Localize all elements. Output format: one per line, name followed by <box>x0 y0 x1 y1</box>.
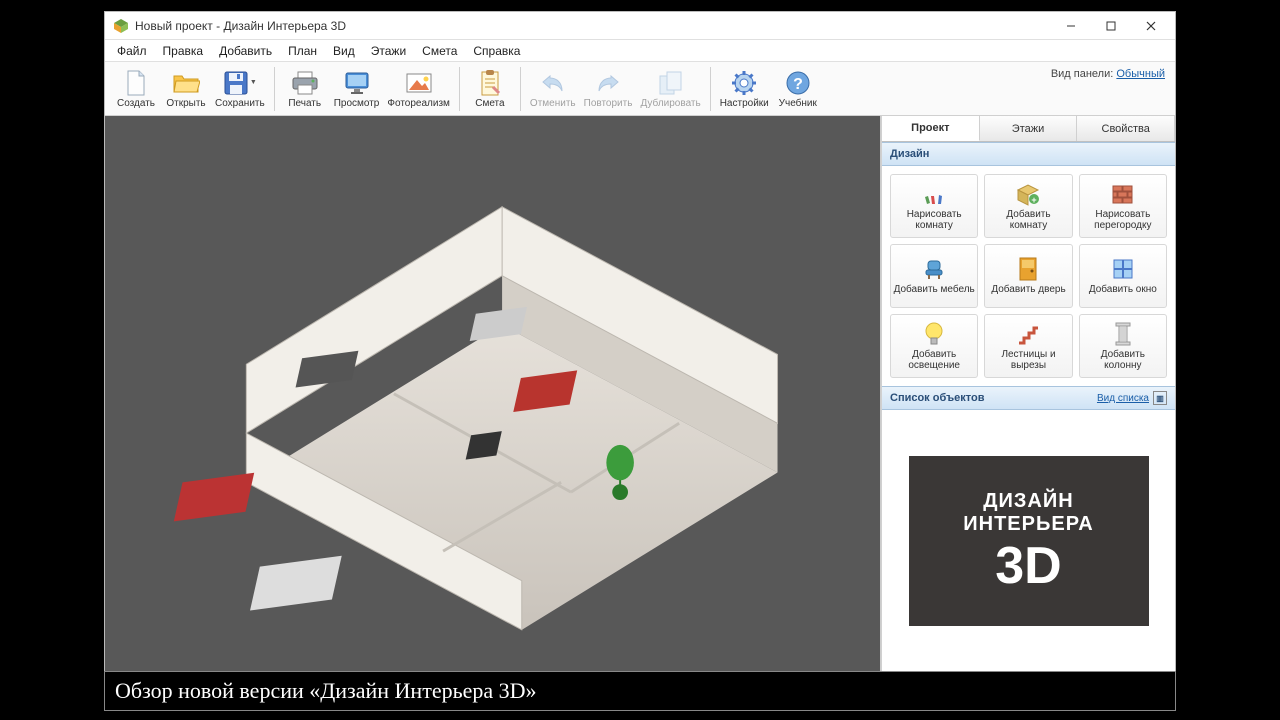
redo-icon <box>584 69 633 97</box>
gear-icon <box>720 69 769 97</box>
side-tabs: Проект Этажи Свойства <box>882 116 1175 142</box>
window-controls <box>1051 13 1171 39</box>
add-room-card[interactable]: + Добавить комнату <box>984 174 1072 238</box>
room-plus-icon: + <box>1015 181 1041 207</box>
add-column-card[interactable]: Добавить колонну <box>1079 314 1167 378</box>
menu-estimate[interactable]: Смета <box>414 42 465 60</box>
tab-properties[interactable]: Свойства <box>1077 116 1175 141</box>
add-window-card[interactable]: Добавить окно <box>1079 244 1167 308</box>
maximize-button[interactable] <box>1091 13 1131 39</box>
duplicate-icon <box>640 69 700 97</box>
preview-button[interactable]: Просмотр <box>330 67 384 111</box>
pencil-brushes-icon <box>921 181 947 207</box>
monitor-icon <box>334 69 380 97</box>
window-title: Новый проект - Дизайн Интерьера 3D <box>135 19 1051 33</box>
design-section-header: Дизайн <box>882 142 1175 166</box>
svg-text:?: ? <box>793 76 803 93</box>
undo-icon <box>530 69 576 97</box>
minimize-button[interactable] <box>1051 13 1091 39</box>
create-button[interactable]: Создать <box>111 67 161 111</box>
objects-section-header: Список объектов Вид списка ▥ <box>882 386 1175 410</box>
side-panel: Проект Этажи Свойства Дизайн Нарисовать … <box>881 116 1175 672</box>
photorealism-button[interactable]: Фотореализм <box>383 67 454 111</box>
menu-plan[interactable]: План <box>280 42 325 60</box>
tab-floors[interactable]: Этажи <box>980 116 1078 141</box>
redo-button[interactable]: Повторить <box>580 67 637 111</box>
title-bar: Новый проект - Дизайн Интерьера 3D <box>105 12 1175 40</box>
tutorial-button[interactable]: ? Учебник <box>773 67 823 111</box>
video-caption-bar: Обзор новой версии «Дизайн Интерьера 3D» <box>104 671 1176 711</box>
main-area: Проект Этажи Свойства Дизайн Нарисовать … <box>105 116 1175 672</box>
floppy-icon: ▼ <box>215 69 265 97</box>
toolbar: Создать Открыть ▼ Сохранить Печать Просм… <box>105 62 1175 116</box>
bulb-icon <box>921 321 947 347</box>
undo-button[interactable]: Отменить <box>526 67 580 111</box>
add-furniture-card[interactable]: Добавить мебель <box>890 244 978 308</box>
stairs-icon <box>1015 321 1041 347</box>
duplicate-button[interactable]: Дублировать <box>636 67 704 111</box>
panel-view-label: Вид панели: Обычный <box>1051 68 1165 80</box>
image-icon <box>387 69 450 97</box>
settings-button[interactable]: Настройки <box>716 67 773 111</box>
list-view-link[interactable]: Вид списка <box>1097 393 1149 404</box>
help-icon: ? <box>777 69 819 97</box>
menu-view[interactable]: Вид <box>325 42 363 60</box>
product-logo-tile: ДИЗАЙН ИНТЕРЬЕРА 3D <box>909 456 1149 626</box>
new-file-icon <box>115 69 157 97</box>
printer-icon <box>284 69 326 97</box>
menu-file[interactable]: Файл <box>109 42 155 60</box>
folder-open-icon <box>165 69 207 97</box>
print-button[interactable]: Печать <box>280 67 330 111</box>
app-icon <box>113 18 129 34</box>
add-lighting-card[interactable]: Добавить освещение <box>890 314 978 378</box>
menu-add[interactable]: Добавить <box>211 42 280 60</box>
menu-floors[interactable]: Этажи <box>363 42 414 60</box>
3d-viewport[interactable] <box>105 116 881 672</box>
clipboard-icon <box>469 69 511 97</box>
chair-icon <box>921 256 947 282</box>
list-toggle-icon[interactable]: ▥ <box>1153 391 1167 405</box>
open-button[interactable]: Открыть <box>161 67 211 111</box>
stairs-cutouts-card[interactable]: Лестницы и вырезы <box>984 314 1072 378</box>
close-button[interactable] <box>1131 13 1171 39</box>
svg-text:+: + <box>1032 195 1037 205</box>
menu-bar: Файл Правка Добавить План Вид Этажи Смет… <box>105 40 1175 62</box>
estimate-button[interactable]: Смета <box>465 67 515 111</box>
design-tools-grid: Нарисовать комнату + Добавить комнату На… <box>882 166 1175 386</box>
column-icon <box>1110 321 1136 347</box>
tab-project[interactable]: Проект <box>882 116 980 141</box>
caption-text: Обзор новой версии «Дизайн Интерьера 3D» <box>115 678 537 704</box>
panel-mode-link[interactable]: Обычный <box>1116 68 1165 80</box>
draw-room-card[interactable]: Нарисовать комнату <box>890 174 978 238</box>
menu-edit[interactable]: Правка <box>155 42 212 60</box>
brick-wall-icon <box>1110 181 1136 207</box>
window-icon <box>1110 256 1136 282</box>
draw-partition-card[interactable]: Нарисовать перегородку <box>1079 174 1167 238</box>
application-window: Новый проект - Дизайн Интерьера 3D Файл … <box>104 11 1176 673</box>
door-icon <box>1015 256 1041 282</box>
menu-help[interactable]: Справка <box>465 42 528 60</box>
add-door-card[interactable]: Добавить дверь <box>984 244 1072 308</box>
objects-list-area: ДИЗАЙН ИНТЕРЬЕРА 3D <box>882 410 1175 672</box>
floorplan-render <box>128 138 857 650</box>
chevron-down-icon: ▼ <box>250 79 257 86</box>
save-button[interactable]: ▼ Сохранить <box>211 67 269 111</box>
